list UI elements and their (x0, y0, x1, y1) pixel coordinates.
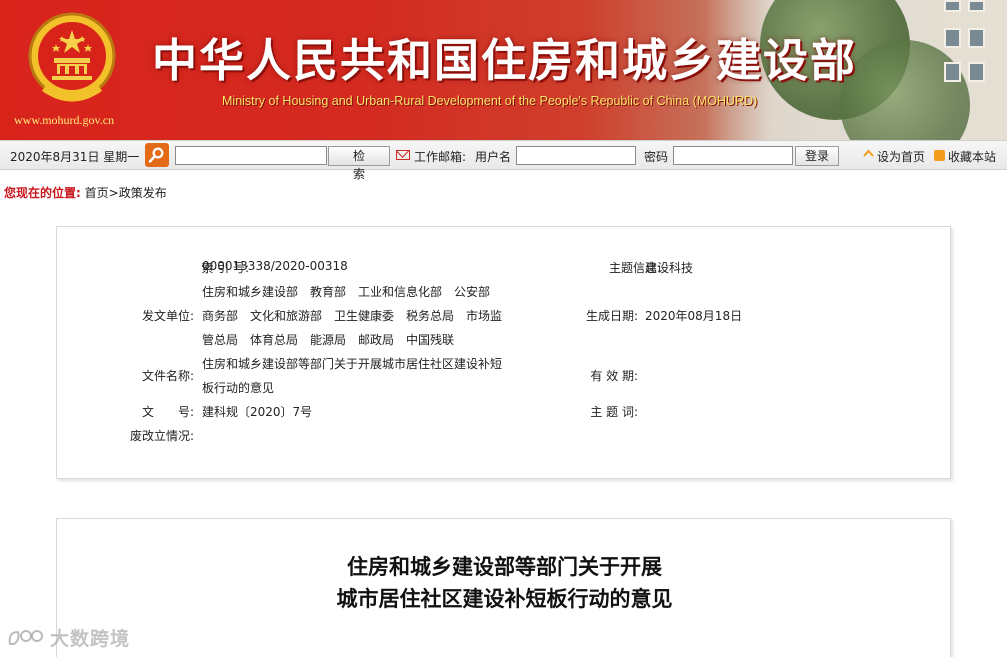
set-homepage-link[interactable]: 设为首页 (877, 148, 925, 165)
mail-icon (396, 150, 410, 160)
window-decoration (944, 0, 961, 12)
keywords-label: 主 题 词: (590, 405, 638, 419)
index-value: 000013338/2020-00318 (202, 259, 348, 273)
window-decoration (944, 62, 961, 82)
watermark: 大数跨境 (6, 624, 130, 651)
filename-line: 住房和城乡建设部等部门关于开展城市居住社区建设补短 (202, 357, 503, 371)
window-decoration (968, 62, 985, 82)
login-button[interactable]: 登录 (795, 146, 839, 166)
breadcrumb-home[interactable]: 首页 (85, 186, 109, 200)
breadcrumb-separator: > (108, 186, 119, 200)
search-icon[interactable] (145, 143, 169, 167)
document-title-box: 住房和城乡建设部等部门关于开展 城市居住社区建设补短板行动的意见 (56, 518, 951, 657)
search-input[interactable] (175, 146, 327, 165)
topic-value: 建设科技 (645, 261, 694, 275)
date-value: 2020年08月18日 (645, 309, 743, 323)
bookmark-link[interactable]: 收藏本站 (948, 148, 996, 165)
national-emblem-icon[interactable] (26, 10, 118, 108)
site-title: 中华人民共和国住房和城乡建设部 (152, 34, 858, 87)
document-title-line: 住房和城乡建设部等部门关于开展 (347, 555, 662, 579)
top-toolbar: 2020年8月31日 星期一 检索 工作邮箱: 用户名 密码 登录 设为首页 收… (0, 140, 1007, 181)
username-input[interactable] (516, 146, 636, 165)
breadcrumb-policy[interactable]: 政策发布 (119, 186, 167, 200)
filename-line: 板行动的意见 (202, 381, 275, 395)
window-decoration (968, 28, 985, 48)
issuer-label: 发文单位: (141, 309, 194, 323)
search-button[interactable]: 检索 (328, 146, 390, 181)
issuer-line: 住房和城乡建设部 教育部 工业和信息化部 公安部 (202, 285, 491, 299)
work-mail-label: 工作邮箱: (414, 150, 467, 164)
docno-value: 建科规〔2020〕7号 (202, 405, 313, 419)
site-url: www.mohurd.gov.cn (14, 113, 115, 127)
document-metadata-box: 索 引 号: 000013338/2020-00318 主题信息: 建设科技 住… (56, 226, 951, 479)
site-banner: www.mohurd.gov.cn 中华人民共和国住房和城乡建设部 Minist… (0, 0, 1007, 140)
docno-label: 文 号: (141, 405, 194, 419)
window-decoration (968, 0, 985, 12)
date-label: 生成日期: (585, 309, 638, 323)
bookmark-icon (934, 150, 945, 161)
document-title-line: 城市居住社区建设补短板行动的意见 (336, 587, 673, 611)
password-label: 密码 (644, 150, 669, 164)
issuer-line: 管总局 体育总局 能源局 邮政局 中国残联 (202, 333, 455, 347)
password-input[interactable] (673, 146, 793, 165)
watermark-text: 大数跨境 (50, 628, 131, 650)
validity-label: 有 效 期: (590, 369, 638, 383)
site-title-english: Ministry of Housing and Urban-Rural Deve… (222, 94, 758, 108)
breadcrumb-label: 您现在的位置: (4, 186, 81, 200)
issuer-line: 商务部 文化和旅游部 卫生健康委 税务总局 市场监 (202, 309, 503, 323)
username-label: 用户名 (475, 150, 512, 164)
window-decoration (944, 28, 961, 48)
watermark-logo-icon (8, 629, 43, 645)
status-label: 废改立情况: (129, 429, 194, 443)
current-date: 2020年8月31日 星期一 (10, 150, 140, 164)
filename-label: 文件名称: (141, 369, 194, 383)
breadcrumb: 您现在的位置: 首页>政策发布 (4, 184, 167, 201)
home-icon (863, 149, 874, 157)
